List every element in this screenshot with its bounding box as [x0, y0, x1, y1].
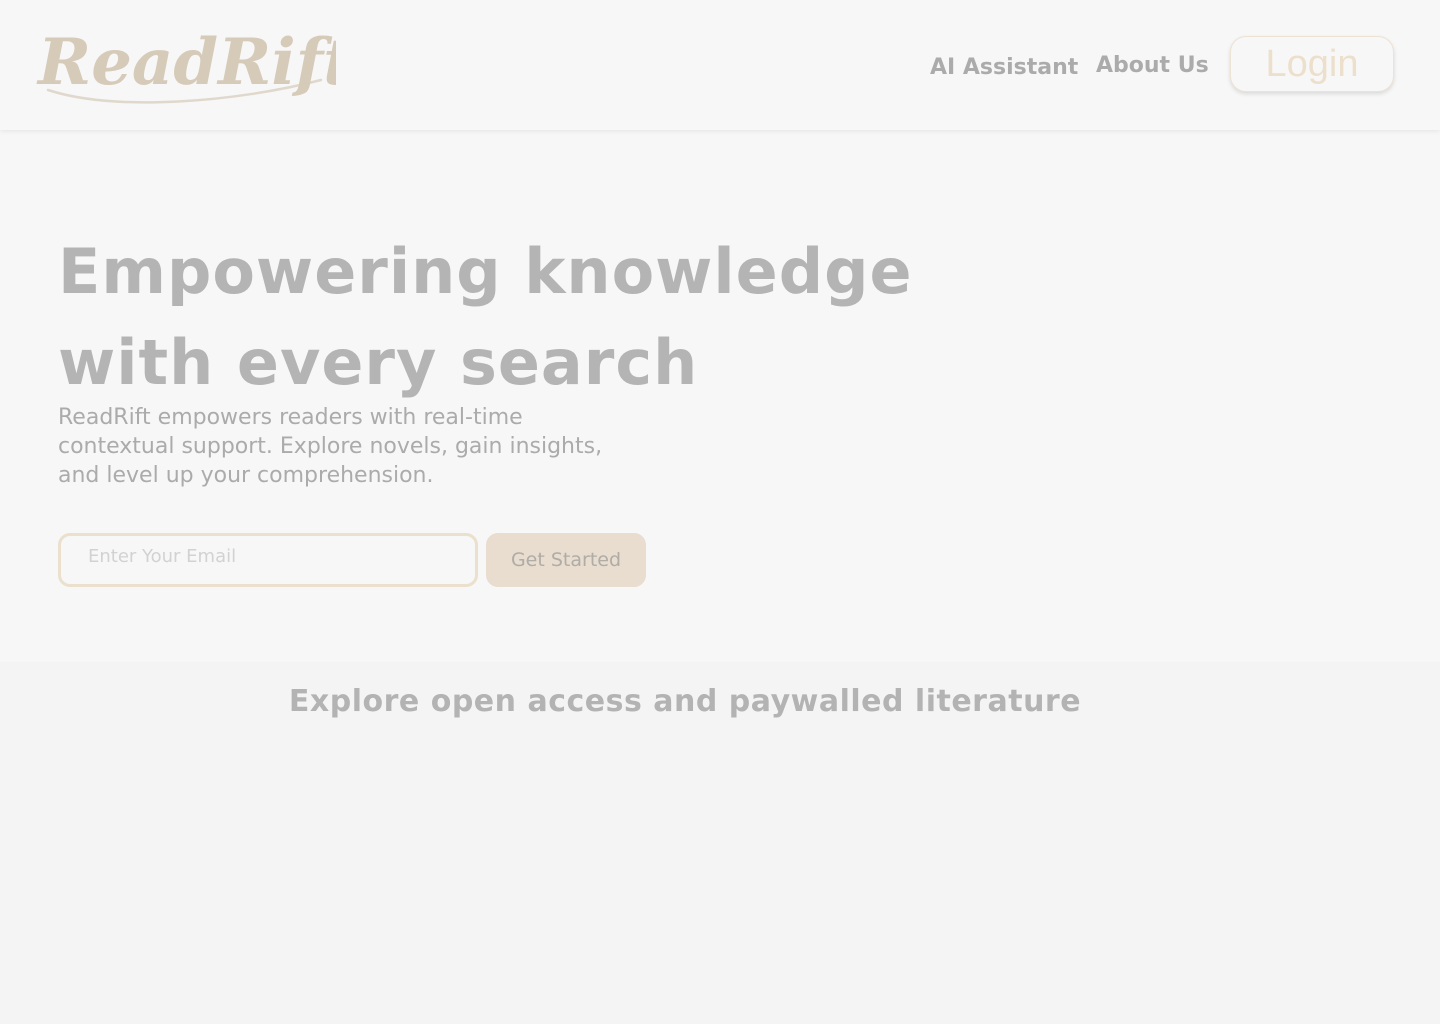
hero-title-line-2: with every search: [58, 326, 699, 399]
login-button[interactable]: Login: [1230, 36, 1394, 92]
hero-title: Empowering knowledge with every search: [58, 226, 913, 408]
site-header: ReadRift AI Assistant About Us Login: [0, 0, 1440, 130]
explore-title: Explore open access and paywalled litera…: [288, 684, 1082, 719]
readrift-logo[interactable]: ReadRift: [36, 22, 336, 106]
svg-text:ReadRift: ReadRift: [36, 25, 336, 100]
explore-section: Explore open access and paywalled litera…: [0, 662, 1440, 1024]
hero-subtitle: ReadRift empowers readers with real-time…: [58, 405, 603, 488]
nav-about-us[interactable]: About Us: [1096, 53, 1209, 78]
hero-title-line-1: Empowering knowledge: [58, 235, 913, 308]
nav-ai-assistant[interactable]: AI Assistant: [930, 55, 1078, 80]
hero-section: Empowering knowledge with every search R…: [0, 130, 1440, 662]
email-input[interactable]: [58, 533, 478, 587]
get-started-button[interactable]: Get Started: [486, 533, 646, 587]
